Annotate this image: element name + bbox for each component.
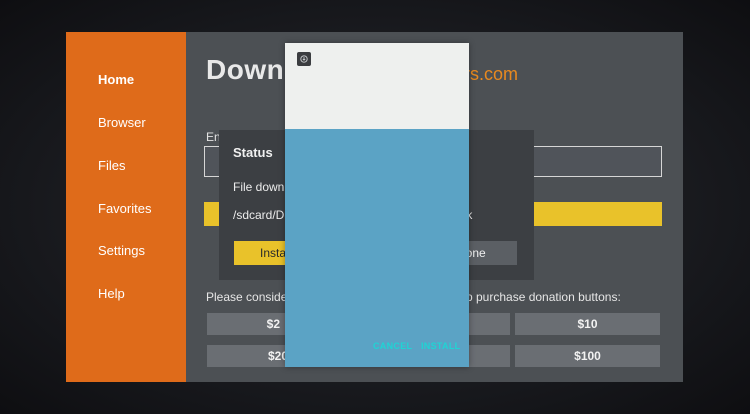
donation-text-right: p purchase donation buttons: — [466, 290, 621, 304]
donation-text-left: Please conside — [206, 290, 288, 304]
app-icon — [297, 52, 311, 66]
download-icon — [300, 55, 308, 63]
sidebar: Home Browser Files Favorites Settings He… — [66, 32, 186, 382]
donate-10-button[interactable]: $10 — [515, 313, 660, 335]
donate-10-label: $10 — [577, 317, 598, 331]
installer-install-button[interactable]: INSTALL — [421, 341, 460, 351]
donate-button-partial-1[interactable] — [466, 313, 510, 335]
status-install-label: Insta — [260, 246, 287, 260]
donate-100-label: $100 — [574, 349, 601, 363]
brand-suffix: rs.com — [464, 64, 518, 84]
sidebar-item-browser[interactable]: Browser — [98, 115, 146, 130]
installer-header — [285, 43, 469, 129]
package-installer-dialog: CANCEL INSTALL — [285, 43, 469, 367]
status-title: Status — [233, 145, 273, 160]
sidebar-item-files[interactable]: Files — [98, 158, 125, 173]
status-file-path: /sdcard/D — [233, 208, 285, 222]
donate-100-button[interactable]: $100 — [515, 345, 660, 367]
status-message: File downl — [233, 180, 288, 194]
donate-button-partial-2[interactable] — [466, 345, 510, 367]
donate-2-label: $2 — [266, 317, 280, 331]
brand-text: Down — [206, 54, 285, 85]
installer-cancel-button[interactable]: CANCEL — [373, 341, 412, 351]
sidebar-item-settings[interactable]: Settings — [98, 243, 145, 258]
sidebar-item-home[interactable]: Home — [98, 72, 134, 87]
sidebar-item-favorites[interactable]: Favorites — [98, 201, 151, 216]
sidebar-item-help[interactable]: Help — [98, 286, 125, 301]
brand-logo: Down — [206, 54, 284, 86]
